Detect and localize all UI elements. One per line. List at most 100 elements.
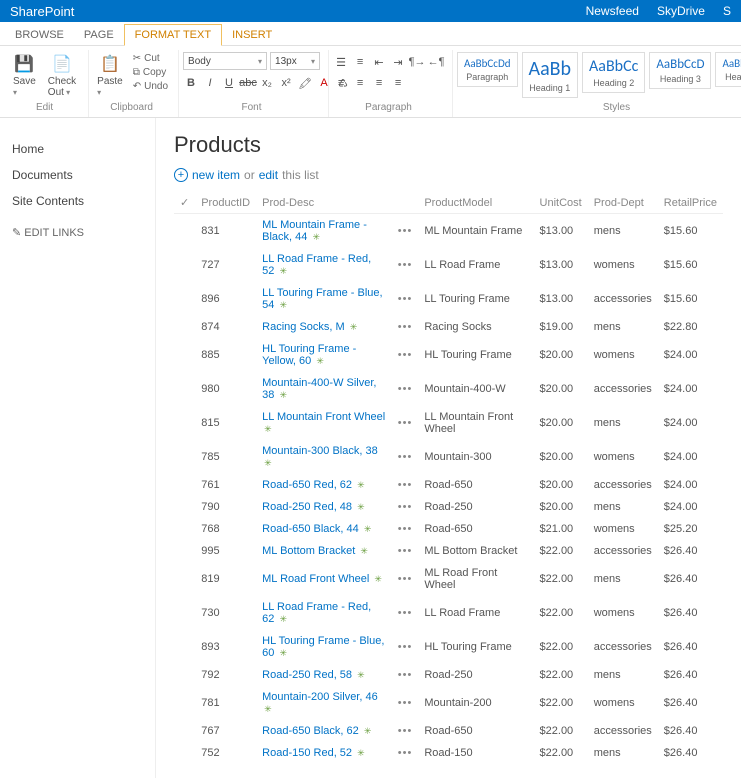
outdent-button[interactable]: ⇤: [371, 54, 387, 70]
cell-desc[interactable]: Road-650 Black, 44 ✳: [256, 518, 392, 540]
undo-button[interactable]: ↶Undo: [131, 80, 170, 93]
row-checkbox[interactable]: [174, 440, 195, 474]
nav-home[interactable]: Home: [12, 136, 143, 162]
style-heading-3[interactable]: AaBbCcDHeading 3: [649, 52, 711, 89]
item-menu[interactable]: •••: [392, 316, 419, 338]
font-name-select[interactable]: Body: [183, 52, 267, 70]
highlight-button[interactable]: 🖍: [297, 75, 313, 91]
cell-desc[interactable]: Road-250 Red, 48 ✳: [256, 496, 392, 518]
row-checkbox[interactable]: [174, 316, 195, 338]
cell-desc[interactable]: Road-650 Red, 62 ✳: [256, 474, 392, 496]
font-size-select[interactable]: 13px: [270, 52, 320, 70]
item-menu[interactable]: •••: [392, 214, 419, 249]
row-checkbox[interactable]: [174, 248, 195, 282]
row-checkbox[interactable]: [174, 282, 195, 316]
cell-desc[interactable]: LL Road Frame - Red, 52 ✳: [256, 248, 392, 282]
cell-desc[interactable]: Mountain-200 Silver, 46 ✳: [256, 686, 392, 720]
plus-icon[interactable]: +: [174, 168, 188, 182]
ltr-button[interactable]: ¶→: [409, 54, 425, 70]
cell-desc[interactable]: Road-650 Black, 62 ✳: [256, 720, 392, 742]
cell-desc[interactable]: Road-250 Red, 58 ✳: [256, 664, 392, 686]
item-menu[interactable]: •••: [392, 496, 419, 518]
cell-desc[interactable]: ML Mountain Frame - Black, 44 ✳: [256, 214, 392, 249]
item-menu[interactable]: •••: [392, 474, 419, 496]
item-menu[interactable]: •••: [392, 518, 419, 540]
col-4[interactable]: ProductModel: [418, 192, 533, 214]
strike-button[interactable]: abc: [240, 75, 256, 91]
underline-button[interactable]: U: [221, 75, 237, 91]
cell-desc[interactable]: HL Touring Frame - Blue, 60 ✳: [256, 630, 392, 664]
cell-desc[interactable]: Racing Socks, M ✳: [256, 316, 392, 338]
col-1[interactable]: ProductID: [195, 192, 256, 214]
cell-desc[interactable]: Road-150 Red, 52 ✳: [256, 742, 392, 764]
row-checkbox[interactable]: [174, 406, 195, 440]
nav-site-contents[interactable]: Site Contents: [12, 188, 143, 214]
row-checkbox[interactable]: [174, 664, 195, 686]
row-checkbox[interactable]: [174, 562, 195, 596]
style-heading-2[interactable]: AaBbCcHeading 2: [582, 52, 645, 93]
cell-desc[interactable]: LL Mountain Front Wheel ✳: [256, 406, 392, 440]
tab-insert[interactable]: INSERT: [222, 25, 282, 45]
tab-browse[interactable]: BROWSE: [5, 25, 74, 45]
edit-list-link[interactable]: edit: [259, 168, 278, 182]
item-menu[interactable]: •••: [392, 406, 419, 440]
new-item-link[interactable]: new item: [192, 168, 240, 182]
item-menu[interactable]: •••: [392, 630, 419, 664]
item-menu[interactable]: •••: [392, 562, 419, 596]
item-menu[interactable]: •••: [392, 372, 419, 406]
style-heading-4[interactable]: AaBbCcDdHeading 4: [715, 52, 741, 87]
style-heading-1[interactable]: AaBbHeading 1: [522, 52, 579, 98]
bold-button[interactable]: B: [183, 75, 199, 91]
bullets-button[interactable]: ☰: [333, 54, 349, 70]
numbering-button[interactable]: ≡: [352, 54, 368, 70]
cell-desc[interactable]: Mountain-300 Black, 38 ✳: [256, 440, 392, 474]
item-menu[interactable]: •••: [392, 596, 419, 630]
item-menu[interactable]: •••: [392, 720, 419, 742]
row-checkbox[interactable]: [174, 474, 195, 496]
nav-documents[interactable]: Documents: [12, 162, 143, 188]
justify-button[interactable]: ≡: [390, 75, 406, 91]
item-menu[interactable]: •••: [392, 540, 419, 562]
item-menu[interactable]: •••: [392, 742, 419, 764]
italic-button[interactable]: I: [202, 75, 218, 91]
cell-desc[interactable]: HL Touring Frame - Yellow, 60 ✳: [256, 338, 392, 372]
copy-button[interactable]: ⧉Copy: [131, 66, 170, 79]
cell-desc[interactable]: ML Bottom Bracket ✳: [256, 540, 392, 562]
row-checkbox[interactable]: [174, 540, 195, 562]
style-paragraph[interactable]: AaBbCcDdParagraph: [457, 52, 517, 87]
align-center-button[interactable]: ≡: [352, 75, 368, 91]
row-checkbox[interactable]: [174, 518, 195, 540]
edit-links[interactable]: ✎ EDIT LINKS: [12, 226, 143, 239]
align-right-button[interactable]: ≡: [371, 75, 387, 91]
row-checkbox[interactable]: [174, 214, 195, 249]
row-checkbox[interactable]: [174, 686, 195, 720]
align-left-button[interactable]: ≡: [333, 75, 349, 91]
checkout-button[interactable]: 📄 Check Out: [44, 52, 80, 100]
item-menu[interactable]: •••: [392, 338, 419, 372]
rtl-button[interactable]: ←¶: [428, 54, 444, 70]
suite-link-sites[interactable]: S: [723, 4, 731, 18]
row-checkbox[interactable]: [174, 596, 195, 630]
cut-button[interactable]: ✂Cut: [131, 52, 170, 65]
superscript-button[interactable]: x²: [278, 75, 294, 91]
col-6[interactable]: Prod-Dept: [588, 192, 658, 214]
col-7[interactable]: RetailPrice: [658, 192, 723, 214]
indent-button[interactable]: ⇥: [390, 54, 406, 70]
tab-format-text[interactable]: FORMAT TEXT: [124, 24, 222, 46]
suite-link-newsfeed[interactable]: Newsfeed: [586, 4, 639, 18]
item-menu[interactable]: •••: [392, 686, 419, 720]
cell-desc[interactable]: LL Touring Frame - Blue, 54 ✳: [256, 282, 392, 316]
row-checkbox[interactable]: [174, 496, 195, 518]
col-2[interactable]: Prod-Desc: [256, 192, 392, 214]
item-menu[interactable]: •••: [392, 248, 419, 282]
item-menu[interactable]: •••: [392, 282, 419, 316]
save-button[interactable]: 💾 Save: [9, 52, 40, 100]
row-checkbox[interactable]: [174, 720, 195, 742]
row-checkbox[interactable]: [174, 630, 195, 664]
subscript-button[interactable]: x₂: [259, 75, 275, 91]
cell-desc[interactable]: Mountain-400-W Silver, 38 ✳: [256, 372, 392, 406]
col-3[interactable]: [392, 192, 419, 214]
row-checkbox[interactable]: [174, 372, 195, 406]
item-menu[interactable]: •••: [392, 664, 419, 686]
col-0[interactable]: ✓: [174, 192, 195, 214]
